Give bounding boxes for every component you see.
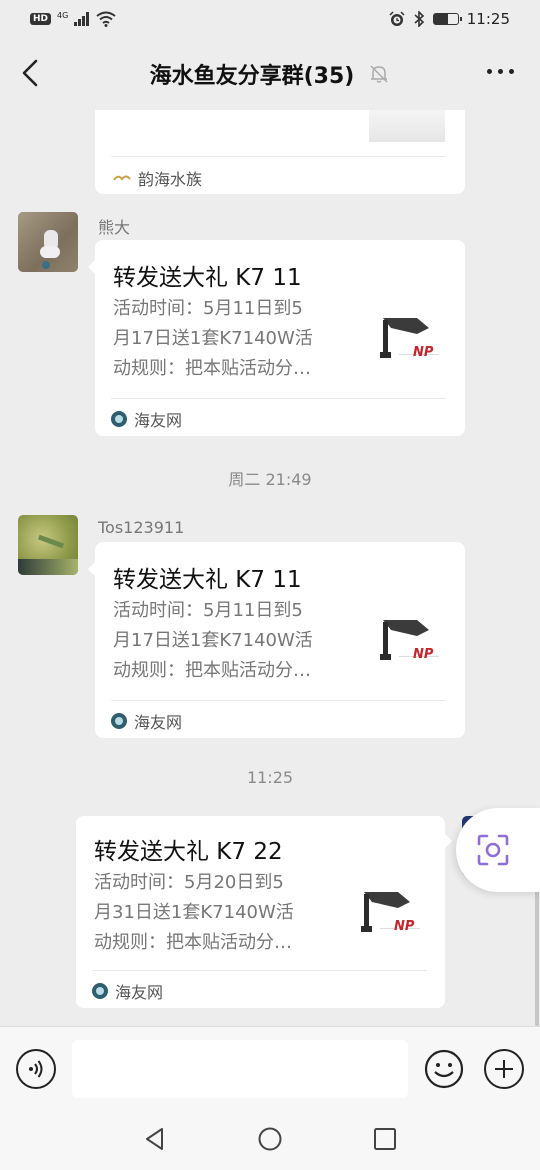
card-source: 海友网 xyxy=(111,709,182,733)
desc-line: 动规则：把本贴活动分… xyxy=(113,358,311,379)
card-title: 转发送大礼 K7 11 xyxy=(113,567,302,593)
message-card-partial[interactable]: 韵海水族 xyxy=(95,110,465,194)
card-divider xyxy=(111,700,446,701)
bubble-tail xyxy=(88,562,95,576)
card-divider xyxy=(92,970,427,971)
card-source: 海友网 xyxy=(92,979,163,1003)
haiyou-logo-icon xyxy=(111,411,127,427)
link-card[interactable]: 转发送大礼 K7 22 活动时间：5月20日到5 月31日送1套K7140W活 … xyxy=(76,816,445,1008)
lamp-thumbnail: NP xyxy=(375,608,445,678)
haiyou-logo-icon xyxy=(92,983,108,999)
card-source: 海友网 xyxy=(111,407,182,431)
avatar[interactable] xyxy=(18,212,78,272)
sender-name: 熊大 xyxy=(98,218,131,237)
time-divider: 周二 21:49 xyxy=(228,470,312,489)
card-description: 活动时间：5月11日到5 月17日送1套K7140W活 动规则：把本贴活动分… xyxy=(113,294,353,384)
bluetooth-icon xyxy=(414,11,424,27)
haiyou-logo-icon xyxy=(111,713,127,729)
time-divider: 11:25 xyxy=(246,768,294,787)
battery-icon xyxy=(432,13,462,25)
hd-badge: HD xyxy=(30,13,52,25)
card-title: 转发送大礼 K7 11 xyxy=(113,265,302,291)
card-description: 活动时间：5月11日到5 月17日送1套K7140W活 动规则：把本贴活动分… xyxy=(113,596,353,686)
card-thumb-partial xyxy=(369,110,445,142)
circle-home-icon[interactable] xyxy=(257,1126,283,1152)
thumb-brand: NP xyxy=(394,919,415,934)
triangle-back-icon[interactable] xyxy=(142,1126,168,1152)
lens-scan-icon xyxy=(477,834,509,866)
voice-wave-icon xyxy=(29,1060,43,1078)
link-card[interactable]: 转发送大礼 K7 11 活动时间：5月11日到5 月17日送1套K7140W活 … xyxy=(95,542,465,738)
alarm-icon xyxy=(389,11,405,26)
card-title: 转发送大礼 K7 22 xyxy=(94,839,283,865)
thumb-brand: NP xyxy=(413,647,434,662)
desc-line: 月31日送1套K7140W活 xyxy=(94,902,294,923)
bell-muted-icon xyxy=(370,65,388,83)
desc-line: 月17日送1套K7140W活 xyxy=(113,630,313,651)
card-source-name: 韵海水族 xyxy=(138,170,203,189)
card-divider xyxy=(111,156,446,157)
card-divider xyxy=(111,398,446,399)
desc-line: 月17日送1套K7140W活 xyxy=(113,328,313,349)
card-source-name: 海友网 xyxy=(115,983,164,1002)
signal-icon xyxy=(74,12,90,26)
chat-messages[interactable]: 韵海水族 熊大 转发送大礼 K7 11 活动时间：5月11日到5 月17日送1套… xyxy=(0,110,540,1026)
clock: 11:25 xyxy=(466,10,510,28)
chevron-left-icon[interactable] xyxy=(14,56,48,90)
desc-line: 动规则：把本贴活动分… xyxy=(94,932,292,953)
yunhai-logo-icon xyxy=(113,175,131,181)
card-source: 韵海水族 xyxy=(113,166,202,190)
network-type: 4G xyxy=(57,10,69,20)
thumb-brand: NP xyxy=(413,345,434,360)
plus-icon[interactable] xyxy=(484,1049,524,1089)
bubble-tail xyxy=(445,834,452,848)
floating-scan-button[interactable] xyxy=(456,808,540,892)
status-bar: HD 4G 11:25 xyxy=(0,0,540,38)
system-navigation xyxy=(0,1108,540,1170)
chat-title: 海水鱼友分享群(35) xyxy=(149,64,355,89)
battery-level xyxy=(433,14,449,24)
bubble-tail xyxy=(88,260,95,274)
chat-header: 海水鱼友分享群(35) xyxy=(0,38,540,110)
input-bar xyxy=(0,1026,540,1108)
message-input[interactable] xyxy=(72,1040,408,1098)
lamp-thumbnail: NP xyxy=(375,306,445,376)
card-description: 活动时间：5月20日到5 月31日送1套K7140W活 动规则：把本贴活动分… xyxy=(94,868,334,958)
emoji-icon[interactable] xyxy=(424,1049,464,1089)
scrollbar[interactable] xyxy=(535,880,539,1026)
chat-title-wrap: 海水鱼友分享群(35) xyxy=(150,58,391,90)
lamp-thumbnail: NP xyxy=(356,880,426,950)
link-card[interactable]: 转发送大礼 K7 11 活动时间：5月11日到5 月17日送1套K7140W活 … xyxy=(95,240,465,436)
card-source-name: 海友网 xyxy=(134,411,183,430)
card-source-name: 海友网 xyxy=(134,713,183,732)
desc-line: 动规则：把本贴活动分… xyxy=(113,660,311,681)
desc-line: 活动时间：5月11日到5 xyxy=(113,600,303,621)
sender-name: Tos123911 xyxy=(98,518,185,537)
desc-line: 活动时间：5月20日到5 xyxy=(94,872,284,893)
square-recents-icon[interactable] xyxy=(372,1126,398,1152)
avatar[interactable] xyxy=(18,515,78,575)
wifi-icon xyxy=(96,11,116,27)
voice-icon[interactable] xyxy=(16,1049,56,1089)
desc-line: 活动时间：5月11日到5 xyxy=(113,298,303,319)
more-dots-icon[interactable] xyxy=(487,69,514,74)
